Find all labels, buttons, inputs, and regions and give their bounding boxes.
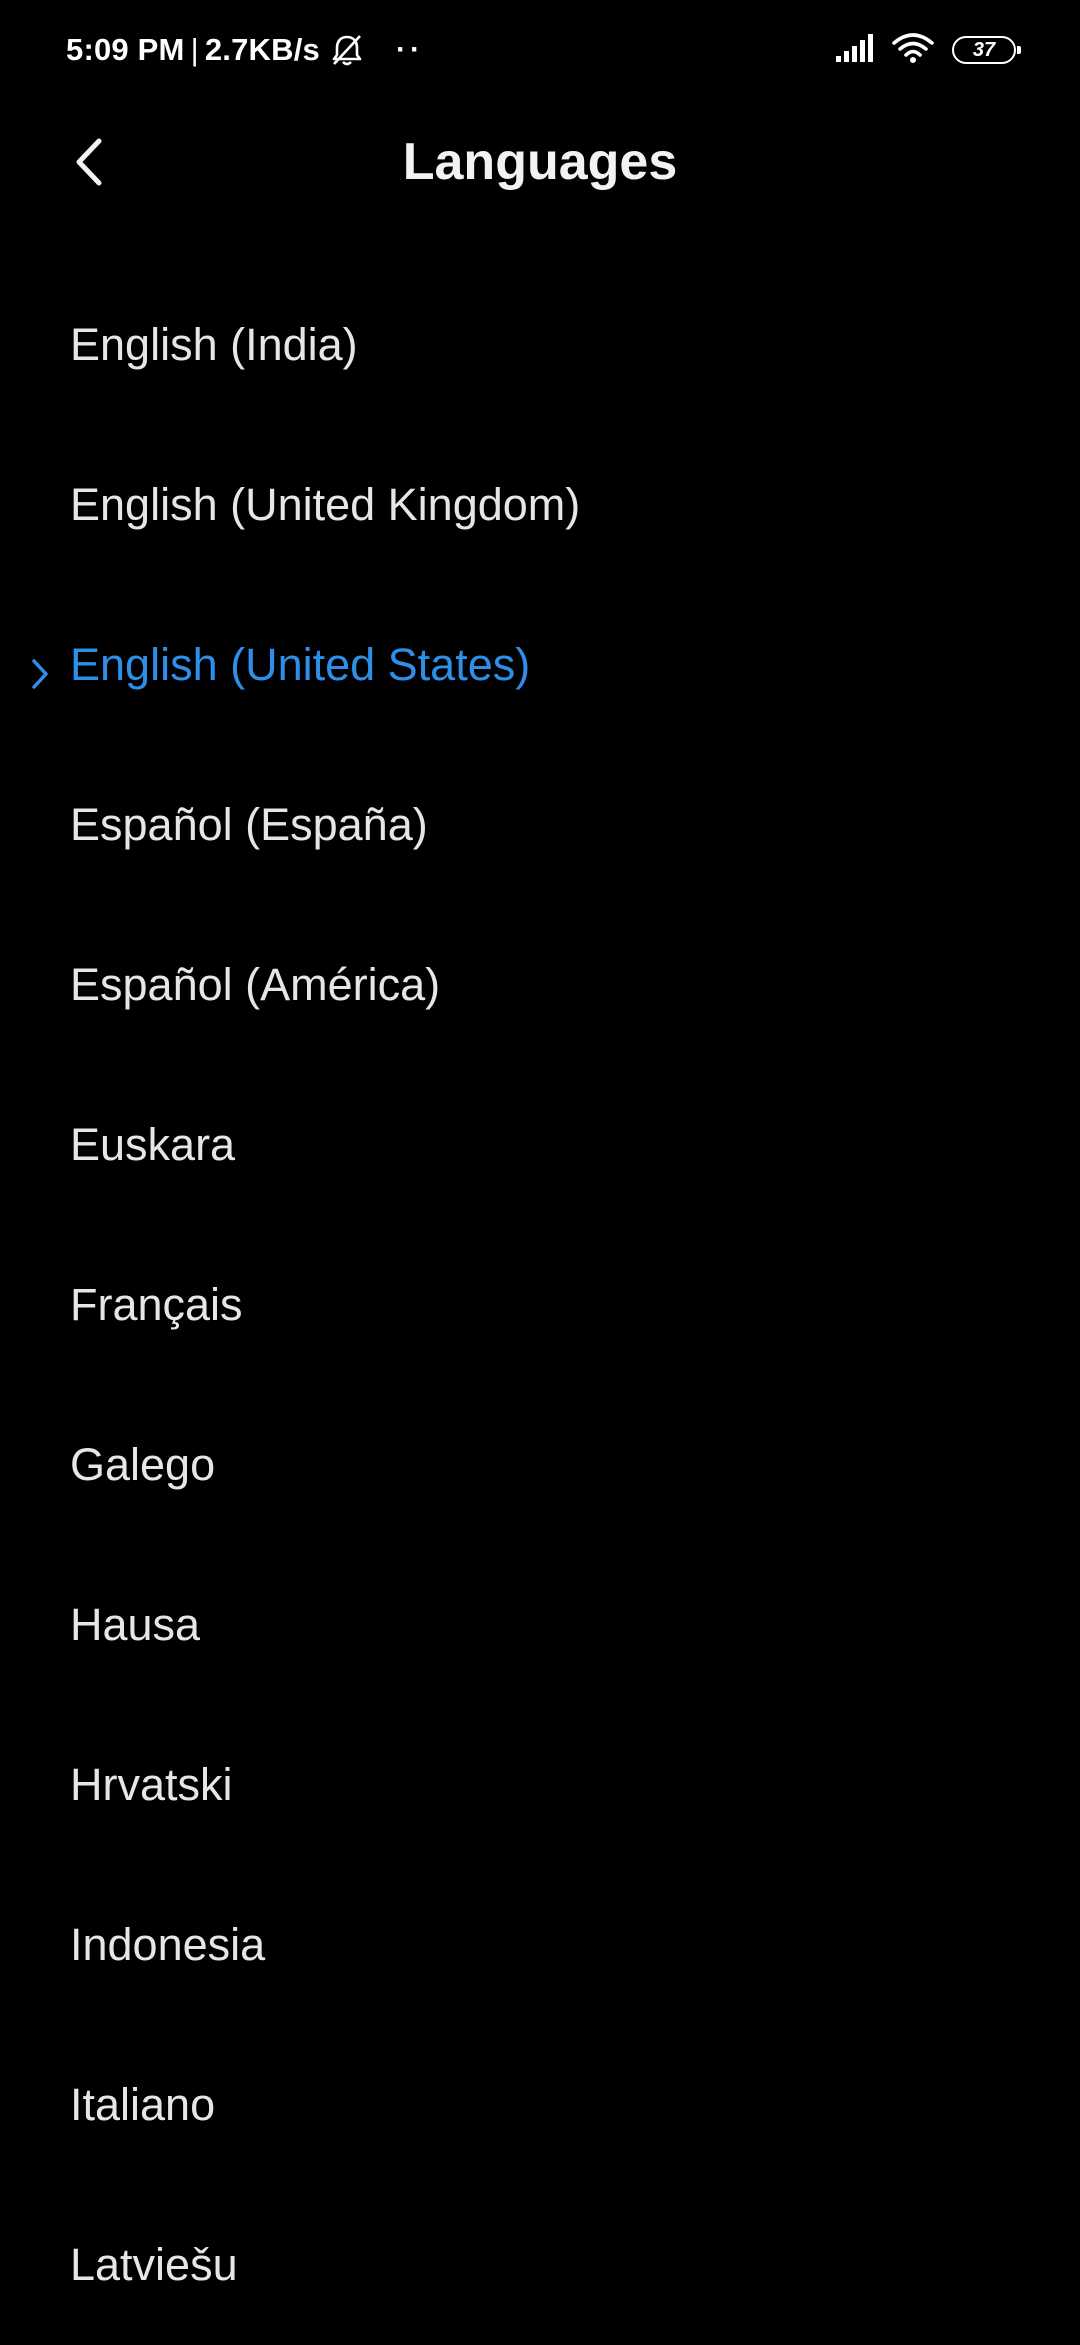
page-title: Languages: [402, 133, 678, 191]
language-item[interactable]: Español (España): [0, 745, 1080, 905]
status-left: 5:09 PM | 2.7KB/s ··: [66, 28, 424, 72]
language-item[interactable]: Español (América): [0, 905, 1080, 1065]
language-item[interactable]: Hrvatski: [0, 1705, 1080, 1865]
language-label: English (India): [70, 319, 358, 370]
language-item[interactable]: Indonesia: [0, 1865, 1080, 2025]
language-label: English (United Kingdom): [70, 479, 581, 530]
language-label: Español (España): [70, 799, 428, 850]
language-item[interactable]: Euskara: [0, 1065, 1080, 1225]
battery-level: 37: [972, 38, 996, 61]
language-item[interactable]: English (India): [0, 265, 1080, 425]
status-bar: 5:09 PM | 2.7KB/s ·· 37: [0, 0, 1080, 100]
chevron-right-icon: [30, 649, 50, 689]
language-label: Latviešu: [70, 2239, 238, 2290]
signal-icon: [834, 33, 874, 67]
language-item[interactable]: English (United Kingdom): [0, 425, 1080, 585]
language-item[interactable]: Français: [0, 1225, 1080, 1385]
language-label: Italiano: [70, 2079, 216, 2130]
language-label: English (United States): [70, 639, 531, 690]
language-label: Indonesia: [70, 1919, 266, 1970]
language-label: Hrvatski: [70, 1759, 233, 1810]
battery-icon: 37: [952, 36, 1021, 64]
language-label: Français: [70, 1279, 243, 1330]
language-list: English (India) English (United Kingdom)…: [0, 265, 1080, 2345]
header: Languages: [0, 110, 1080, 220]
status-separator: |: [190, 32, 199, 67]
language-label: Español (América): [70, 959, 441, 1010]
status-right: 37: [834, 30, 1021, 70]
network-speed: 2.7KB/s: [204, 32, 320, 67]
language-label: Euskara: [70, 1119, 236, 1170]
language-item[interactable]: Hausa: [0, 1545, 1080, 1705]
language-label: Galego: [70, 1439, 216, 1490]
language-item[interactable]: Latviešu: [0, 2185, 1080, 2345]
notification-dots: ··: [395, 33, 424, 66]
language-item[interactable]: Galego: [0, 1385, 1080, 1545]
muted-bell-icon: [328, 31, 366, 69]
wifi-icon: [892, 32, 934, 69]
language-item[interactable]: Italiano: [0, 2025, 1080, 2185]
language-label: Hausa: [70, 1599, 201, 1650]
status-time: 5:09 PM: [66, 32, 185, 67]
language-item-selected[interactable]: English (United States): [0, 585, 1080, 745]
